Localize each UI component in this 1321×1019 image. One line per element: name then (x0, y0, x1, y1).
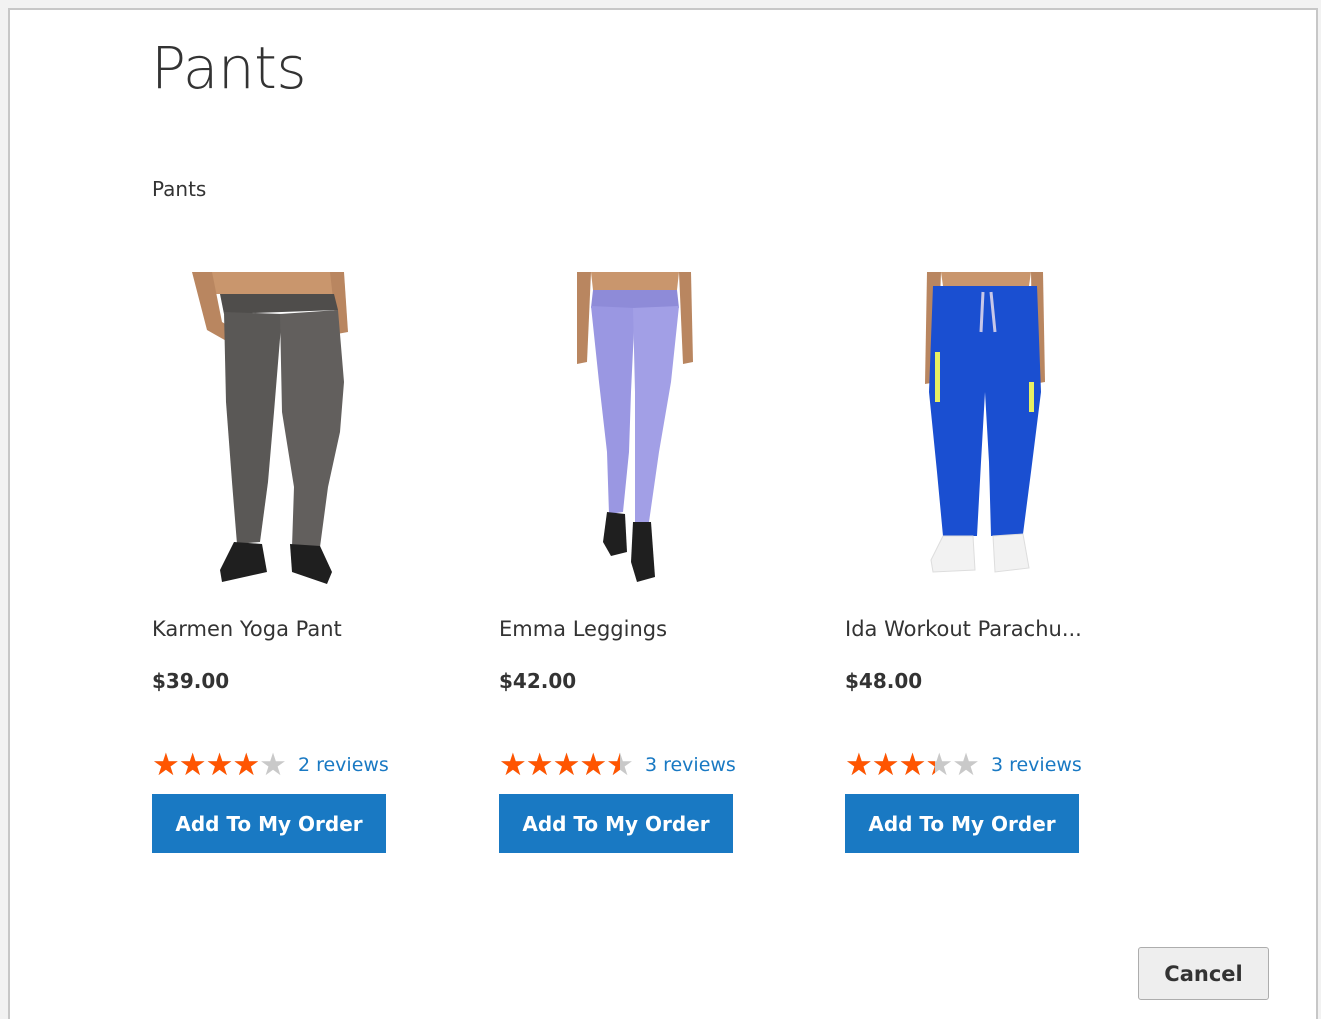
add-to-order-button[interactable]: Add To My Order (152, 794, 386, 853)
category-label: Pants (152, 177, 207, 201)
rating-stars-icon: ★★★★★ ★★★★★ (499, 747, 634, 783)
cancel-button[interactable]: Cancel (1138, 947, 1269, 1000)
add-to-order-button[interactable]: Add To My Order (845, 794, 1079, 853)
rating-stars-icon: ★★★★★ ★★★★★ (152, 747, 287, 783)
product-card: Emma Leggings $42.00 ★★★★★ ★★★★★ 3 revie… (499, 272, 759, 853)
page-title: Pants (151, 34, 307, 102)
product-price: $42.00 (499, 669, 577, 693)
reviews-link[interactable]: 2 reviews (298, 750, 389, 780)
add-to-order-button[interactable]: Add To My Order (499, 794, 733, 853)
reviews-link[interactable]: 3 reviews (991, 750, 1082, 780)
rating-stars-icon: ★★★★★ ★★★★★ (845, 747, 980, 783)
product-rating: ★★★★★ ★★★★★ 2 reviews (152, 747, 389, 783)
lavender-leggings-image[interactable] (499, 272, 757, 594)
product-rating: ★★★★★ ★★★★★ 3 reviews (499, 747, 736, 783)
product-rating: ★★★★★ ★★★★★ 3 reviews (845, 747, 1082, 783)
product-selection-modal: Pants Pants Karmen Yoga Pant $39.00 ★★★★… (8, 8, 1318, 1019)
product-card: Karmen Yoga Pant $39.00 ★★★★★ ★★★★★ 2 re… (152, 272, 412, 853)
gray-yoga-pants-image[interactable] (152, 272, 410, 594)
product-price: $39.00 (152, 669, 230, 693)
product-price: $48.00 (845, 669, 923, 693)
product-name[interactable]: Karmen Yoga Pant (152, 614, 412, 644)
reviews-link[interactable]: 3 reviews (645, 750, 736, 780)
product-name[interactable]: Ida Workout Parachu... (845, 614, 1105, 644)
product-name[interactable]: Emma Leggings (499, 614, 759, 644)
blue-parachute-pants-image[interactable] (845, 272, 1103, 594)
product-card: Ida Workout Parachu... $48.00 ★★★★★ ★★★★… (845, 272, 1105, 853)
